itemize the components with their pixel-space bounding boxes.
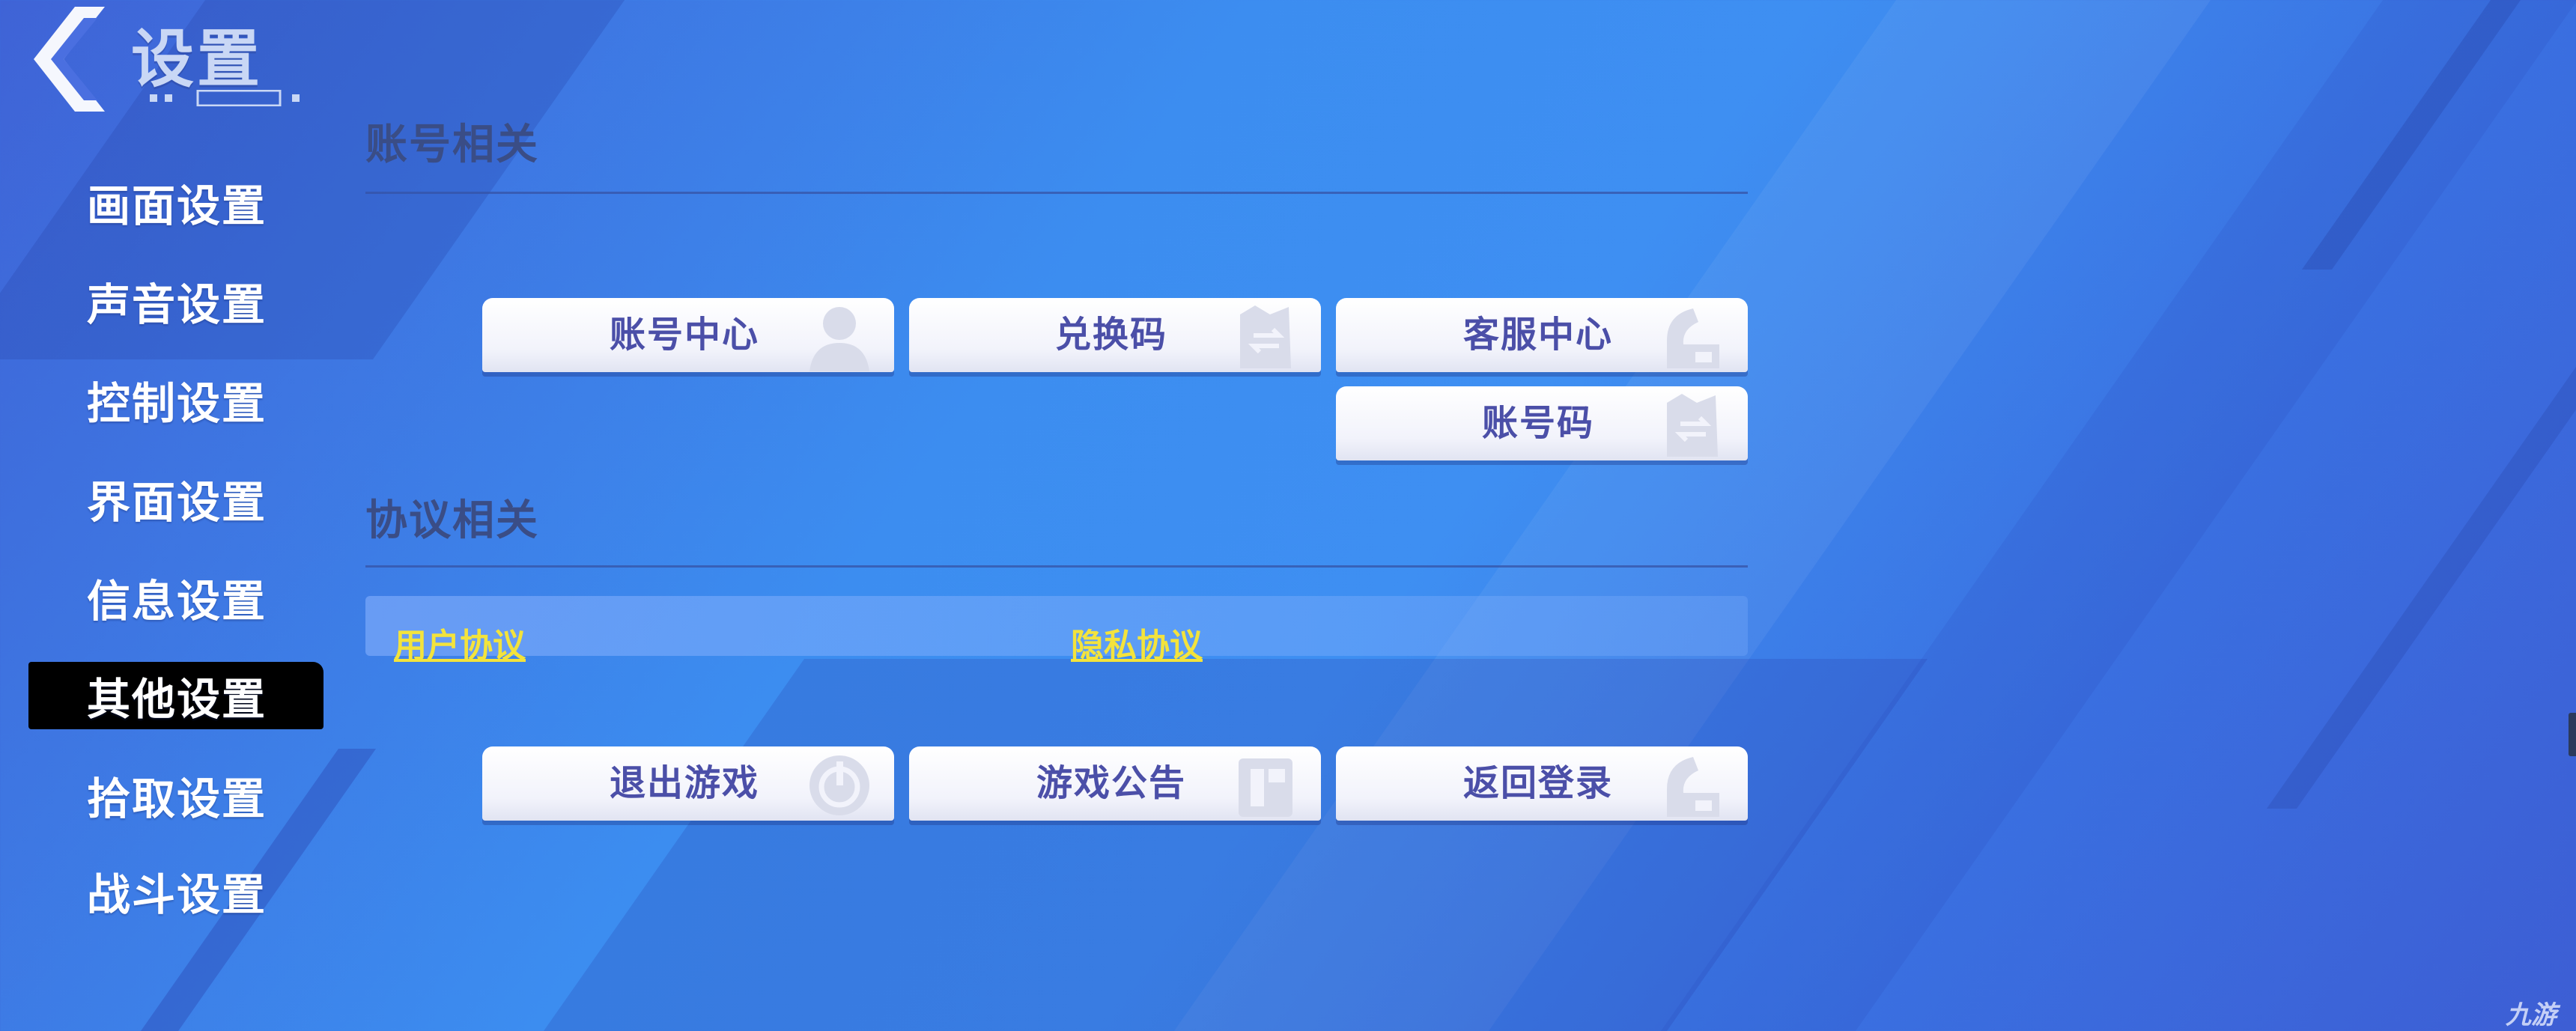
customer-service-button[interactable]: 客服中心 bbox=[1336, 298, 1748, 372]
redeem-code-button[interactable]: 兑换码 bbox=[909, 298, 1321, 372]
sidebar-item-pickup[interactable]: 拾取设置 bbox=[28, 761, 323, 829]
sidebar-item-interface[interactable]: 界面设置 bbox=[28, 465, 323, 532]
user-agreement-link[interactable]: 用户协议 bbox=[394, 618, 526, 666]
sidebar-item-display[interactable]: 画面设置 bbox=[28, 168, 323, 236]
account-code-button[interactable]: 账号码 bbox=[1336, 386, 1748, 460]
section-title-protocol: 协议相关 bbox=[365, 496, 539, 545]
chevron-left-icon bbox=[34, 7, 105, 112]
sidebar-item-message[interactable]: 信息设置 bbox=[28, 564, 323, 631]
edge-handle[interactable] bbox=[2569, 713, 2576, 756]
title-decoration bbox=[150, 90, 300, 106]
sidebar-item-sound[interactable]: 声音设置 bbox=[28, 267, 323, 335]
sidebar-item-battle[interactable]: 战斗设置 bbox=[28, 857, 323, 925]
section-title-account: 账号相关 bbox=[365, 121, 539, 169]
privacy-policy-link[interactable]: 隐私协议 bbox=[1071, 618, 1203, 666]
protocol-bar bbox=[365, 596, 1748, 656]
return-login-button[interactable]: 返回登录 bbox=[1336, 746, 1748, 821]
sidebar-item-other[interactable]: 其他设置 bbox=[28, 662, 323, 729]
watermark: 九游 bbox=[2506, 1000, 2557, 1030]
exit-game-button[interactable]: 退出游戏 bbox=[482, 746, 894, 821]
game-notice-button[interactable]: 游戏公告 bbox=[909, 746, 1321, 821]
sidebar-item-control[interactable]: 控制设置 bbox=[28, 366, 323, 434]
divider bbox=[365, 192, 1748, 194]
back-button[interactable] bbox=[22, 3, 112, 115]
divider bbox=[365, 565, 1748, 568]
page-title: 设置 bbox=[131, 22, 264, 96]
account-center-button[interactable]: 账号中心 bbox=[482, 298, 894, 372]
